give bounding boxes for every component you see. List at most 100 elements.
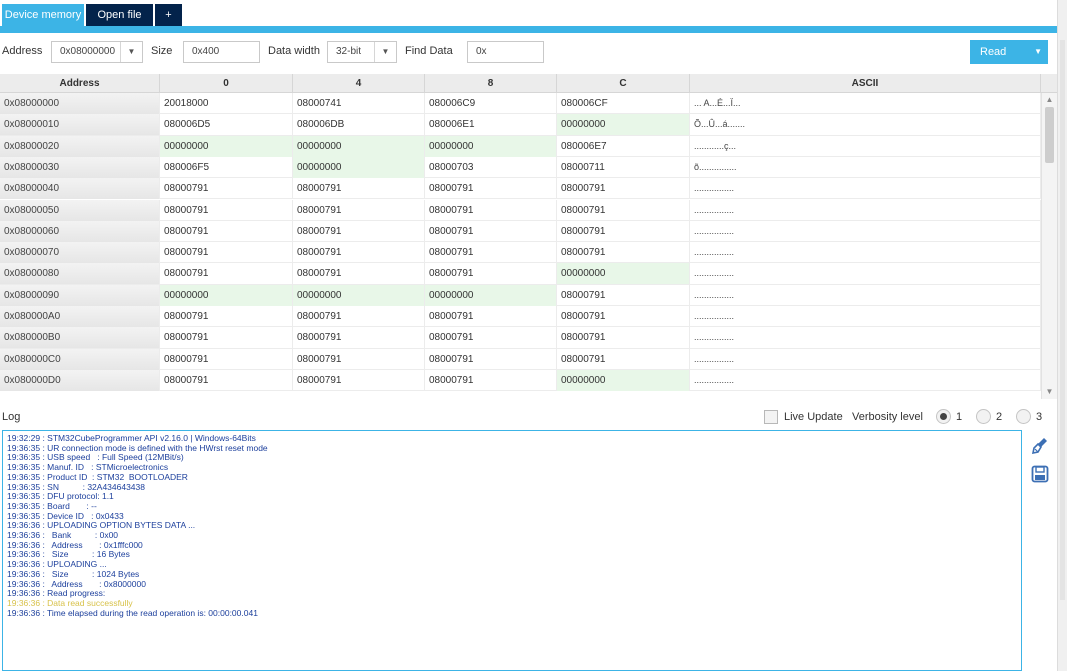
- value-cell-0[interactable]: 08000791: [160, 178, 293, 200]
- value-cell-4[interactable]: 08000791: [293, 369, 425, 391]
- value-cell-0[interactable]: 08000791: [160, 327, 293, 349]
- table-row[interactable]: 0x080000D0 08000791 08000791 08000791 000000…: [0, 369, 1041, 392]
- column-header-4[interactable]: 4: [293, 74, 425, 93]
- table-row[interactable]: 0x080000C0 08000791 08000791 08000791 080007…: [0, 348, 1041, 370]
- value-cell-4[interactable]: 08000791: [293, 306, 425, 327]
- live-update-checkbox[interactable]: [764, 410, 778, 424]
- ascii-cell[interactable]: ................: [690, 263, 1041, 285]
- address-cell[interactable]: 0x080000A0: [0, 306, 160, 327]
- value-cell-0[interactable]: 08000791: [160, 369, 293, 391]
- value-cell-c[interactable]: 00000000: [557, 263, 690, 285]
- table-row[interactable]: 0x08000040 08000791 08000791 08000791 080007…: [0, 178, 1041, 200]
- ascii-cell[interactable]: ................: [690, 348, 1041, 370]
- value-cell-c[interactable]: 08000791: [557, 199, 690, 221]
- data-width-select[interactable]: 32-bit ▼: [327, 41, 397, 63]
- column-header-c[interactable]: C: [557, 74, 690, 93]
- value-cell-c[interactable]: 08000791: [557, 284, 690, 306]
- value-cell-0[interactable]: 00000000: [160, 284, 293, 306]
- address-cell[interactable]: 0x08000030: [0, 156, 160, 178]
- ascii-cell[interactable]: ................: [690, 178, 1041, 200]
- value-cell-c[interactable]: 08000711: [557, 156, 690, 178]
- value-cell-8[interactable]: 08000791: [425, 348, 557, 370]
- value-cell-c[interactable]: 08000791: [557, 242, 690, 264]
- ascii-cell[interactable]: ... A...É...Ï...: [690, 93, 1041, 114]
- address-cell[interactable]: 0x08000070: [0, 242, 160, 264]
- address-cell[interactable]: 0x08000000: [0, 93, 160, 114]
- value-cell-c[interactable]: 08000791: [557, 220, 690, 242]
- scroll-down-icon[interactable]: ▼: [1042, 385, 1057, 399]
- value-cell-8[interactable]: 08000791: [425, 369, 557, 391]
- column-header-address[interactable]: Address: [0, 74, 160, 93]
- value-cell-4[interactable]: 08000791: [293, 348, 425, 370]
- address-cell[interactable]: 0x08000060: [0, 220, 160, 242]
- value-cell-4[interactable]: 08000741: [293, 93, 425, 114]
- value-cell-c[interactable]: 080006E7: [557, 135, 690, 157]
- table-row[interactable]: 0x08000010 080006D5 080006DB 080006E1 000000…: [0, 114, 1041, 136]
- address-cell[interactable]: 0x08000080: [0, 263, 160, 285]
- value-cell-8[interactable]: 080006C9: [425, 93, 557, 114]
- table-row[interactable]: 0x080000A0 08000791 08000791 08000791 080007…: [0, 306, 1041, 328]
- ascii-cell[interactable]: ................: [690, 369, 1041, 391]
- value-cell-8[interactable]: 08000791: [425, 306, 557, 327]
- value-cell-4[interactable]: 08000791: [293, 199, 425, 221]
- verbosity-radio-2[interactable]: [976, 409, 991, 424]
- value-cell-4[interactable]: 08000791: [293, 263, 425, 285]
- memory-table-scrollbar[interactable]: ▲ ▼: [1041, 93, 1057, 399]
- address-cell[interactable]: 0x08000010: [0, 114, 160, 136]
- table-row[interactable]: 0x08000080 08000791 08000791 08000791 000000…: [0, 263, 1041, 285]
- value-cell-8[interactable]: 08000703: [425, 156, 557, 178]
- ascii-cell[interactable]: ................: [690, 327, 1041, 349]
- address-cell[interactable]: 0x08000090: [0, 284, 160, 306]
- ascii-cell[interactable]: Õ...Û...á.......: [690, 114, 1041, 136]
- address-cell[interactable]: 0x080000D0: [0, 369, 160, 391]
- table-row[interactable]: 0x08000060 08000791 08000791 08000791 080007…: [0, 220, 1041, 243]
- ascii-cell[interactable]: ................: [690, 284, 1041, 306]
- value-cell-0[interactable]: 08000791: [160, 263, 293, 285]
- column-header-ascii[interactable]: ASCII: [690, 74, 1041, 93]
- scrollbar-thumb[interactable]: [1045, 107, 1054, 163]
- table-row[interactable]: 0x08000050 08000791 08000791 08000791 080007…: [0, 199, 1041, 221]
- tab-open-file[interactable]: Open file: [86, 4, 153, 26]
- value-cell-0[interactable]: 08000791: [160, 242, 293, 264]
- tab-device-memory[interactable]: Device memory: [2, 4, 84, 26]
- log-console[interactable]: 19:32:29 : STM32CubeProgrammer API v2.16…: [2, 430, 1022, 671]
- value-cell-0[interactable]: 08000791: [160, 220, 293, 242]
- value-cell-c[interactable]: 080006CF: [557, 93, 690, 114]
- value-cell-4[interactable]: 08000791: [293, 178, 425, 200]
- ascii-cell[interactable]: ................: [690, 220, 1041, 242]
- value-cell-c[interactable]: 08000791: [557, 306, 690, 327]
- table-row[interactable]: 0x08000000 20018000 08000741 080006C9 080006…: [0, 93, 1041, 115]
- value-cell-8[interactable]: 080006E1: [425, 114, 557, 136]
- value-cell-c[interactable]: 00000000: [557, 114, 690, 136]
- value-cell-8[interactable]: 08000791: [425, 178, 557, 200]
- value-cell-0[interactable]: 00000000: [160, 135, 293, 157]
- ascii-cell[interactable]: õ...............: [690, 156, 1041, 178]
- table-row[interactable]: 0x080000B0 08000791 08000791 08000791 080007…: [0, 327, 1041, 349]
- value-cell-4[interactable]: 08000791: [293, 327, 425, 349]
- value-cell-4[interactable]: 08000791: [293, 242, 425, 264]
- table-row[interactable]: 0x08000020 00000000 00000000 00000000 080006…: [0, 135, 1041, 157]
- value-cell-8[interactable]: 00000000: [425, 284, 557, 306]
- column-header-0[interactable]: 0: [160, 74, 293, 93]
- chevron-down-icon[interactable]: ▼: [120, 42, 142, 62]
- value-cell-4[interactable]: 00000000: [293, 284, 425, 306]
- find-data-input[interactable]: 0x: [467, 41, 544, 63]
- table-row[interactable]: 0x08000030 080006F5 00000000 08000703 080007…: [0, 156, 1041, 179]
- address-cell[interactable]: 0x08000040: [0, 178, 160, 200]
- ascii-cell[interactable]: ............ç...: [690, 135, 1041, 157]
- address-cell[interactable]: 0x080000C0: [0, 348, 160, 370]
- value-cell-c[interactable]: 08000791: [557, 327, 690, 349]
- verbosity-radio-3[interactable]: [1016, 409, 1031, 424]
- chevron-down-icon[interactable]: ▼: [1034, 40, 1042, 64]
- broom-icon[interactable]: [1030, 436, 1050, 456]
- value-cell-8[interactable]: 08000791: [425, 327, 557, 349]
- value-cell-0[interactable]: 08000791: [160, 306, 293, 327]
- value-cell-c[interactable]: 00000000: [557, 369, 690, 391]
- value-cell-c[interactable]: 08000791: [557, 348, 690, 370]
- value-cell-8[interactable]: 00000000: [425, 135, 557, 157]
- table-row[interactable]: 0x08000090 00000000 00000000 00000000 080007…: [0, 284, 1041, 306]
- value-cell-4[interactable]: 00000000: [293, 156, 425, 178]
- value-cell-8[interactable]: 08000791: [425, 199, 557, 221]
- window-scrollbar-thumb[interactable]: [1060, 40, 1065, 600]
- address-cell[interactable]: 0x08000020: [0, 135, 160, 157]
